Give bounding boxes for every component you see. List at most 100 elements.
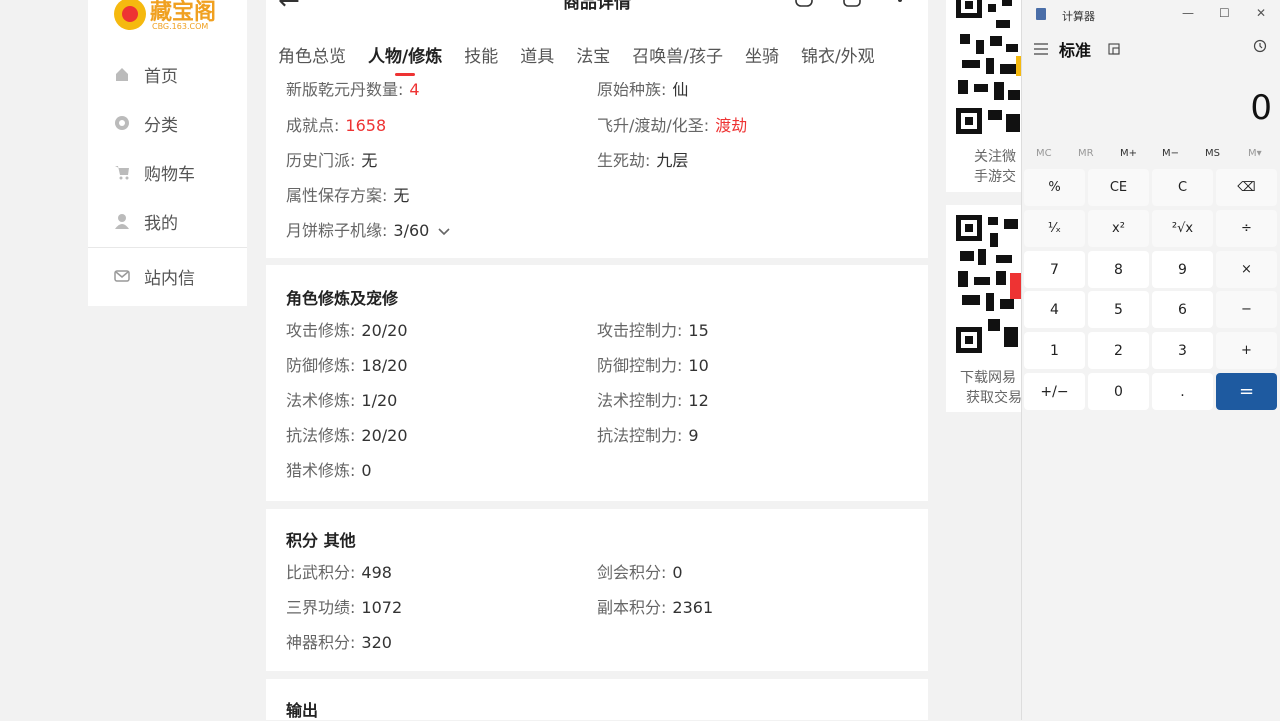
share-icon[interactable] xyxy=(794,0,814,8)
tab-treasures[interactable]: 法宝 xyxy=(576,42,610,67)
lishi-value: 无 xyxy=(361,151,378,170)
cult-left-label: 攻击修炼: xyxy=(286,321,356,340)
chevron-down-icon[interactable] xyxy=(438,222,451,241)
equals-key[interactable]: = xyxy=(1216,373,1277,410)
calculator-app-icon xyxy=(1036,8,1046,20)
digit-8-key[interactable]: 8 xyxy=(1088,251,1149,288)
cult-right-row: 法术控制力: 12 xyxy=(597,387,709,411)
digit-4-key[interactable]: 4 xyxy=(1024,291,1085,328)
percent-key[interactable]: % xyxy=(1024,169,1085,206)
cult-left-value: 0 xyxy=(361,461,372,480)
cart-icon xyxy=(114,164,130,180)
nav-home[interactable]: 首页 xyxy=(88,54,247,94)
user-icon xyxy=(114,213,130,229)
cart-top-icon[interactable] xyxy=(842,0,862,8)
nav-cart[interactable]: 购物车 xyxy=(88,152,247,192)
divide-key[interactable]: ÷ xyxy=(1216,210,1277,247)
tab-character[interactable]: 人物/修炼 xyxy=(368,42,442,76)
detail-header: ← 商品详情 角色总览 人物/修炼 技能 道具 法宝 召唤兽/孩子 坐骑 锦衣/… xyxy=(266,0,928,82)
shuxing-row: 属性保存方案: 无 xyxy=(286,182,409,206)
yuanshi-label: 原始种族: xyxy=(597,82,667,99)
digit-3-key[interactable]: 3 xyxy=(1152,332,1213,369)
tab-skills[interactable]: 技能 xyxy=(464,42,498,67)
points-left-label: 神器积分: xyxy=(286,633,356,652)
qr-code-icon xyxy=(956,215,1022,353)
nav-profile[interactable]: 我的 xyxy=(88,201,247,241)
cultivation-title: 角色修炼及宠修 xyxy=(286,289,399,308)
calculator-title: 计算器 xyxy=(1062,10,1095,23)
yuebing-row[interactable]: 月饼粽子机缘: 3/60 xyxy=(286,217,451,241)
nav-cart-label: 购物车 xyxy=(144,164,195,185)
points-right-label: 剑会积分: xyxy=(597,563,667,582)
digit-9-key[interactable]: 9 xyxy=(1152,251,1213,288)
xinban-label: 新版乾元丹数量: xyxy=(286,82,404,99)
sidebar: 首页 分类 购物车 我的 站内信 xyxy=(88,0,247,306)
negate-key[interactable]: +/− xyxy=(1024,373,1085,410)
cult-left-row: 攻击修炼: 20/20 xyxy=(286,317,408,341)
cult-left-label: 法术修炼: xyxy=(286,391,356,410)
cult-left-row: 抗法修炼: 20/20 xyxy=(286,422,408,446)
clear-key[interactable]: C xyxy=(1152,169,1213,206)
memory-add-button[interactable]: M+ xyxy=(1120,148,1137,159)
memory-subtract-button[interactable]: M− xyxy=(1162,148,1179,159)
digit-5-key[interactable]: 5 xyxy=(1088,291,1149,328)
nav-messages-label: 站内信 xyxy=(144,268,195,289)
close-icon[interactable]: ✕ xyxy=(1256,6,1266,20)
cbg-logo[interactable]: 藏宝阁 CBG.163.COM xyxy=(110,0,230,36)
cult-left-value: 20/20 xyxy=(361,321,408,340)
menu-icon[interactable] xyxy=(1034,40,1048,59)
subtract-key[interactable]: − xyxy=(1216,291,1277,328)
memory-list-button[interactable]: M▾ xyxy=(1248,148,1262,159)
digit-1-key[interactable]: 1 xyxy=(1024,332,1085,369)
cult-right-value: 15 xyxy=(688,321,709,340)
points-card: 积分 其他 比武积分: 498 三界功绩: 1072 神器积分: 320 剑会积分: 0… xyxy=(266,509,928,671)
cult-right-row: 防御控制力: 10 xyxy=(597,352,709,376)
calculator-display: 0 xyxy=(1250,88,1272,128)
multiply-key[interactable]: × xyxy=(1216,251,1277,288)
cult-left-row: 法术修炼: 1/20 xyxy=(286,387,397,411)
maximize-icon[interactable]: ☐ xyxy=(1219,6,1230,20)
keep-on-top-icon[interactable] xyxy=(1108,40,1120,59)
minimize-icon[interactable]: — xyxy=(1182,6,1194,20)
digit-2-key[interactable]: 2 xyxy=(1088,332,1149,369)
tab-pets[interactable]: 召唤兽/孩子 xyxy=(632,42,723,67)
memory-recall-button[interactable]: MR xyxy=(1078,148,1094,159)
qr-caption-line2: 获取交易 xyxy=(966,390,1022,406)
cult-right-row: 攻击控制力: 15 xyxy=(597,317,709,341)
cult-left-row: 防御修炼: 18/20 xyxy=(286,352,408,376)
memory-store-button[interactable]: MS xyxy=(1205,148,1220,159)
history-icon[interactable] xyxy=(1253,38,1267,57)
feisheng-row: 飞升/渡劫/化圣: 渡劫 xyxy=(597,112,747,136)
backspace-key[interactable]: ⌫ xyxy=(1216,169,1277,206)
add-key[interactable]: + xyxy=(1216,332,1277,369)
qr-card-app: 下载网易 获取交易 xyxy=(946,205,1026,412)
memory-clear-button[interactable]: MC xyxy=(1036,148,1052,159)
digit-7-key[interactable]: 7 xyxy=(1024,251,1085,288)
clear-entry-key[interactable]: CE xyxy=(1088,169,1149,206)
tab-items[interactable]: 道具 xyxy=(520,42,554,67)
points-right-value: 2361 xyxy=(672,598,714,617)
tab-mounts[interactable]: 坐骑 xyxy=(745,42,779,67)
more-icon[interactable] xyxy=(890,0,910,8)
reciprocal-key[interactable]: ¹⁄ₓ xyxy=(1024,210,1085,247)
chengjiu-label: 成就点: xyxy=(286,116,340,135)
shengsi-label: 生死劫: xyxy=(597,151,651,170)
nav-category[interactable]: 分类 xyxy=(88,103,247,143)
calculator-mode: 标准 xyxy=(1059,41,1092,60)
digit-6-key[interactable]: 6 xyxy=(1152,291,1213,328)
cult-right-value: 12 xyxy=(688,391,709,410)
points-left-row: 三界功绩: 1072 xyxy=(286,594,402,618)
shuxing-value: 无 xyxy=(393,186,410,205)
cult-right-label: 抗法控制力: xyxy=(597,426,683,445)
feisheng-label: 飞升/渡劫/化圣: xyxy=(597,116,710,135)
nav-messages[interactable]: 站内信 xyxy=(88,256,247,296)
square-key[interactable]: x² xyxy=(1088,210,1149,247)
digit-0-key[interactable]: 0 xyxy=(1088,373,1149,410)
decimal-key[interactable]: . xyxy=(1152,373,1213,410)
tab-outfits[interactable]: 锦衣/外观 xyxy=(801,42,875,67)
detail-tabs: 角色总览 人物/修炼 技能 道具 法宝 召唤兽/孩子 坐骑 锦衣/外观 xyxy=(278,42,897,76)
sqrt-key[interactable]: ²√x xyxy=(1152,210,1213,247)
cult-left-label: 防御修炼: xyxy=(286,356,356,375)
points-left-value: 320 xyxy=(361,633,392,652)
tab-overview[interactable]: 角色总览 xyxy=(278,42,346,67)
